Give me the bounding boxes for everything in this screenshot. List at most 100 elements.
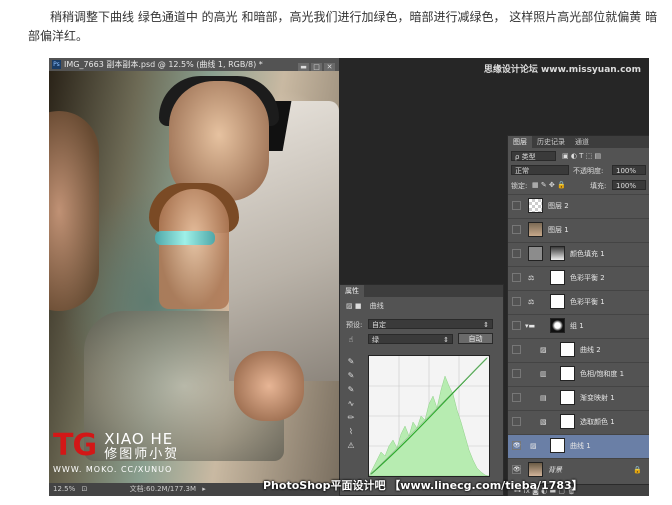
layer-thumbnail	[528, 222, 543, 237]
layer-row[interactable]: 图层 1	[508, 218, 649, 242]
hue-saturation-icon: ▥	[540, 370, 547, 378]
bride-reflection	[159, 189, 229, 309]
layer-row[interactable]: 颜色填充 1	[508, 242, 649, 266]
lock-icon: 🔒	[633, 466, 642, 474]
warning-icon[interactable]: ⚠	[346, 441, 356, 451]
document-title-bar[interactable]: Ps IMG_7663 副本副本.psd @ 12.5% (曲线 1, RGB/8…	[49, 58, 339, 72]
layer-mask-thumbnail	[560, 366, 575, 381]
opacity-label: 不透明度:	[573, 167, 604, 175]
auto-button[interactable]: 自动	[458, 333, 493, 344]
layer-mask-thumbnail	[550, 270, 565, 285]
status-icon[interactable]: ⊡	[81, 485, 87, 493]
layer-row[interactable]: ▥ 色相/饱和度 1	[508, 362, 649, 386]
layer-row[interactable]: ⚖ 色彩平衡 2	[508, 266, 649, 290]
layer-name: 组 1	[570, 322, 584, 330]
visibility-toggle[interactable]	[512, 249, 521, 258]
layer-name: 色彩平衡 2	[570, 274, 605, 282]
visibility-toggle[interactable]: 👁	[512, 465, 521, 474]
on-image-adjust-icon[interactable]: ☝	[346, 335, 356, 345]
curve-edit-icon[interactable]: ∿	[346, 399, 356, 409]
fill-input[interactable]: 100%	[612, 180, 646, 190]
visibility-toggle[interactable]	[512, 225, 521, 234]
preset-select[interactable]: 自定 ⇕	[368, 319, 493, 329]
blend-mode-select[interactable]: 正常	[511, 165, 569, 175]
chevron-down-icon: ⇕	[483, 321, 489, 329]
curves-adjustment-icon[interactable]: ▨	[346, 302, 353, 310]
tab-history[interactable]: 历史记录	[532, 136, 570, 148]
visibility-toggle[interactable]	[512, 369, 521, 378]
layer-mask-thumbnail	[550, 294, 565, 309]
document-title: IMG_7663 副本副本.psd @ 12.5% (曲线 1, RGB/8) …	[64, 60, 263, 69]
layer-row[interactable]: ▾▬ 组 1	[508, 314, 649, 338]
visibility-toggle[interactable]: 👁	[512, 441, 521, 450]
layer-mask-thumbnail	[560, 342, 575, 357]
layer-row[interactable]: ▤ 渐变映射 1	[508, 386, 649, 410]
layer-list: 图层 2 图层 1 颜色填充 1 ⚖ 色彩平衡 2 ⚖ 色彩平衡 1 ▾▬ 组 …	[508, 194, 649, 482]
curves-graph-svg	[368, 355, 490, 477]
tab-layers[interactable]: 图层	[508, 136, 532, 148]
visibility-toggle[interactable]	[512, 321, 521, 330]
zoom-level[interactable]: 12.5%	[53, 485, 75, 493]
smooth-icon[interactable]: ⌇	[346, 427, 356, 437]
properties-panel: 属性 ▨ ■ 曲线 预设: 自定 ⇕ ☝ 绿 ⇕ 自动 ✎ ✎ ✎ ∿ ✏ ⌇ …	[339, 284, 504, 496]
lock-label: 锁定:	[511, 182, 528, 190]
layer-mask-thumbnail	[560, 414, 575, 429]
logo-text-block: XIAO HE 修图师小贺	[104, 431, 179, 462]
file-size-info: 文档:60.2M/177.3M	[129, 485, 197, 493]
mask-icon[interactable]: ■	[355, 302, 362, 310]
photoshop-screenshot: Ps IMG_7663 副本副本.psd @ 12.5% (曲线 1, RGB/8…	[49, 58, 649, 496]
logo-url: WWW. MOKO. CC/XUNUO	[53, 465, 173, 474]
layers-panel: 图层 历史记录 通道 ρ 类型 ▣ ◐ T ⬚ ▤ 正常 不透明度: 100% 锁定…	[507, 135, 649, 496]
layer-row[interactable]: ⚖ 色彩平衡 1	[508, 290, 649, 314]
gradient-map-icon: ▤	[540, 394, 547, 402]
layer-mask-thumbnail	[550, 438, 565, 453]
visibility-toggle[interactable]	[512, 417, 521, 426]
photoshop-icon: Ps	[52, 60, 61, 69]
layer-name: 曲线 2	[580, 346, 601, 354]
layer-name: 色彩平衡 1	[570, 298, 605, 306]
tab-properties[interactable]: 属性	[340, 285, 364, 297]
opacity-input[interactable]: 100%	[612, 165, 646, 175]
lock-icons[interactable]: ▦ ✎ ✥ 🔒	[532, 181, 566, 189]
layer-name: 选取颜色 1	[580, 418, 615, 426]
layer-name: 曲线 1	[570, 442, 591, 450]
eyedropper-gray-icon[interactable]: ✎	[346, 371, 356, 381]
wedding-photo-canvas[interactable]: TG XIAO HE 修图师小贺 WWW. MOKO. CC/XUNUO	[49, 71, 339, 483]
channel-select[interactable]: 绿 ⇕	[368, 334, 453, 344]
logo-chinese: 修图师小贺	[104, 447, 180, 462]
filter-icons[interactable]: ▣ ◐ T ⬚ ▤	[562, 152, 601, 160]
chevron-down-icon: ⇕	[443, 336, 449, 344]
balance-icon: ⚖	[528, 274, 535, 282]
status-arrow-icon[interactable]: ▸	[202, 485, 206, 493]
visibility-toggle[interactable]	[512, 393, 521, 402]
folder-icon[interactable]: ▾▬	[525, 315, 535, 337]
visibility-toggle[interactable]	[512, 345, 521, 354]
photographer-logo: TG XIAO HE 修图师小贺 WWW. MOKO. CC/XUNUO	[53, 431, 179, 475]
visibility-toggle[interactable]	[512, 201, 521, 210]
visibility-toggle[interactable]	[512, 273, 521, 282]
tab-channels[interactable]: 通道	[570, 136, 594, 148]
eyedropper-white-icon[interactable]: ✎	[346, 385, 356, 395]
eyedropper-black-icon[interactable]: ✎	[346, 357, 356, 367]
layer-name: 图层 1	[548, 226, 569, 234]
layer-name: 颜色填充 1	[570, 250, 605, 258]
preset-value: 自定	[372, 321, 386, 329]
layer-row[interactable]: ▧ 选取颜色 1	[508, 410, 649, 434]
layer-row[interactable]: ▨ 曲线 2	[508, 338, 649, 362]
layer-name: 图层 2	[548, 202, 569, 210]
curves-title: 曲线	[369, 302, 384, 310]
pencil-icon[interactable]: ✏	[346, 413, 356, 423]
curves-graph[interactable]	[368, 355, 490, 477]
bride-tiara	[155, 231, 215, 245]
layer-mask-thumbnail	[550, 246, 565, 261]
properties-tabbar: 属性	[340, 285, 503, 297]
layer-mask-thumbnail	[560, 390, 575, 405]
layer-row-selected[interactable]: 👁 ▨ 曲线 1	[508, 434, 649, 458]
layer-filter-select[interactable]: ρ 类型	[511, 151, 556, 161]
document-window: Ps IMG_7663 副本副本.psd @ 12.5% (曲线 1, RGB/8…	[49, 58, 339, 496]
channel-value: 绿	[372, 336, 379, 344]
preset-label: 预设:	[346, 321, 363, 329]
visibility-toggle[interactable]	[512, 297, 521, 306]
layer-row[interactable]: 图层 2	[508, 194, 649, 218]
hands	[234, 351, 304, 421]
